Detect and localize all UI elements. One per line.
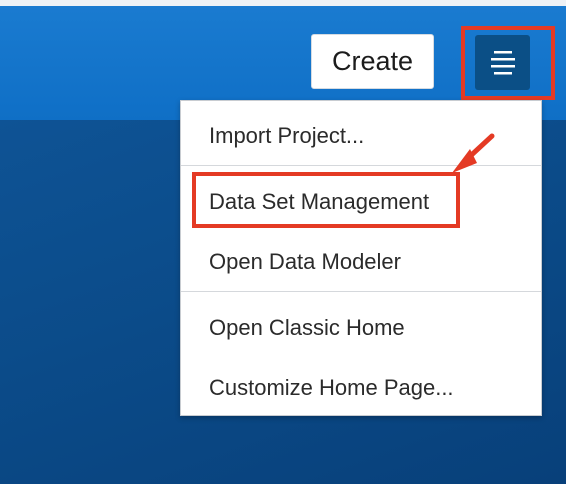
menu-item-open-data-modeler[interactable]: Open Data Modeler <box>181 232 541 292</box>
menu-divider <box>181 165 541 166</box>
hamburger-menu-icon <box>490 50 515 74</box>
menu-toggle-button[interactable] <box>475 35 530 90</box>
menu-item-data-set-management[interactable]: Data Set Management <box>181 172 541 232</box>
menu-item-customize-home-page[interactable]: Customize Home Page... <box>181 358 541 418</box>
create-button[interactable]: Create <box>311 34 434 89</box>
menu-divider <box>181 291 541 292</box>
menu-item-import-project[interactable]: Import Project... <box>181 106 541 166</box>
menu-item-open-classic-home[interactable]: Open Classic Home <box>181 298 541 358</box>
dropdown-menu: Import Project... Data Set Management Op… <box>180 100 542 416</box>
